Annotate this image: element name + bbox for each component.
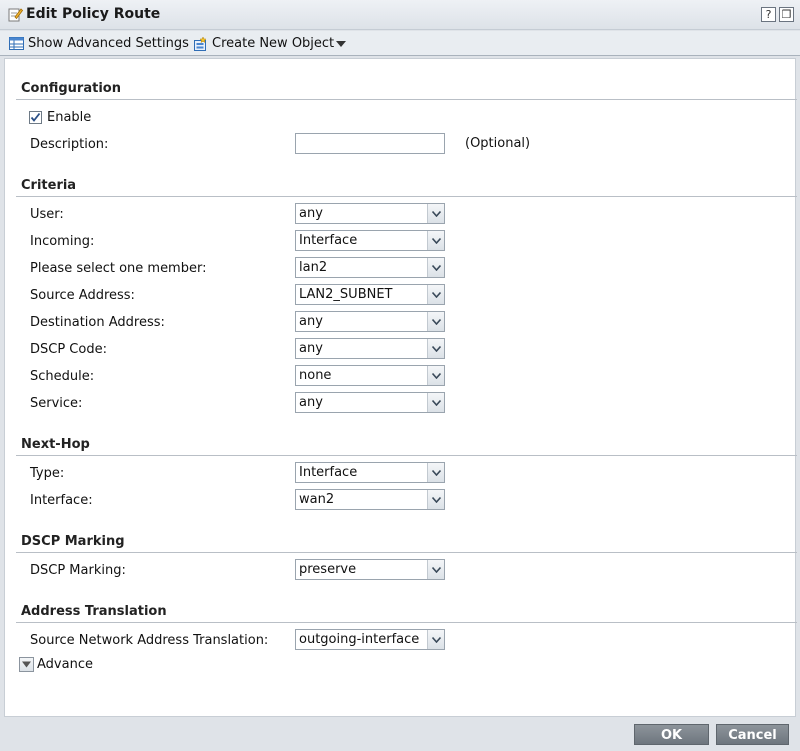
schedule-select-value: none — [299, 368, 332, 383]
chevron-down-icon — [427, 463, 444, 482]
member-select-value: lan2 — [299, 260, 328, 275]
table-icon — [9, 37, 24, 50]
enable-checkbox[interactable] — [29, 111, 42, 124]
advance-label[interactable]: Advance — [37, 657, 93, 672]
type-select-value: Interface — [299, 465, 358, 480]
edit-icon — [7, 6, 24, 22]
chevron-down-icon — [427, 312, 444, 331]
chevron-down-icon — [427, 285, 444, 304]
type-select[interactable]: Interface — [295, 462, 445, 483]
schedule-select[interactable]: none — [295, 365, 445, 386]
cancel-button[interactable]: Cancel — [716, 724, 789, 745]
create-new-object-menu[interactable]: Create New Object — [193, 35, 350, 52]
chevron-down-icon — [427, 366, 444, 385]
schedule-label: Schedule: — [30, 369, 95, 384]
destination-address-select[interactable]: any — [295, 311, 445, 332]
section-divider — [16, 99, 797, 100]
source-address-select[interactable]: LAN2_SUBNET — [295, 284, 445, 305]
dscp-code-select-value: any — [299, 341, 323, 356]
section-title-dscp-marking: DSCP Marking — [21, 534, 125, 549]
triangle-down-icon — [22, 661, 31, 668]
service-label: Service: — [30, 396, 83, 411]
dscp-code-label: DSCP Code: — [30, 342, 107, 357]
source-address-label: Source Address: — [30, 288, 135, 303]
description-label: Description: — [30, 137, 109, 152]
chevron-down-icon — [427, 204, 444, 223]
user-label: User: — [30, 207, 64, 222]
enable-label: Enable — [47, 110, 92, 125]
ok-button[interactable]: OK — [634, 724, 709, 745]
restore-button[interactable]: ❒ — [779, 7, 794, 22]
incoming-label: Incoming: — [30, 234, 95, 249]
help-button[interactable]: ? — [761, 7, 776, 22]
destination-address-select-value: any — [299, 314, 323, 329]
snat-label: Source Network Address Translation: — [30, 633, 269, 648]
section-divider — [16, 455, 797, 456]
snat-select[interactable]: outgoing-interface — [295, 629, 445, 650]
snat-select-value: outgoing-interface — [299, 632, 420, 647]
section-title-address-translation: Address Translation — [21, 604, 167, 619]
chevron-down-icon — [427, 630, 444, 649]
window-title: Edit Policy Route — [26, 6, 161, 22]
dscp-code-select[interactable]: any — [295, 338, 445, 359]
chevron-down-icon — [427, 393, 444, 412]
show-advanced-settings-label: Show Advanced Settings — [28, 36, 189, 51]
dscp-marking-select-value: preserve — [299, 562, 357, 577]
title-bar: Edit Policy Route ? ❒ — [0, 0, 800, 30]
interface-select-value: wan2 — [299, 492, 335, 507]
dscp-marking-label: DSCP Marking: — [30, 563, 126, 578]
create-new-object-label: Create New Object — [212, 36, 335, 51]
service-select[interactable]: any — [295, 392, 445, 413]
chevron-down-icon — [427, 231, 444, 250]
chevron-down-icon — [427, 339, 444, 358]
interface-select[interactable]: wan2 — [295, 489, 445, 510]
show-advanced-settings-button[interactable]: Show Advanced Settings — [9, 35, 189, 52]
member-select[interactable]: lan2 — [295, 257, 445, 278]
service-select-value: any — [299, 395, 323, 410]
section-title-criteria: Criteria — [21, 178, 77, 193]
section-divider — [16, 196, 797, 197]
chevron-down-icon — [427, 490, 444, 509]
section-divider — [16, 622, 797, 623]
destination-address-label: Destination Address: — [30, 315, 165, 330]
user-select[interactable]: any — [295, 203, 445, 224]
chevron-down-icon — [427, 258, 444, 277]
section-title-configuration: Configuration — [21, 81, 121, 96]
chevron-down-icon — [427, 560, 444, 579]
type-label: Type: — [30, 466, 65, 481]
member-label: Please select one member: — [30, 261, 207, 276]
user-select-value: any — [299, 206, 323, 221]
optional-hint: (Optional) — [465, 136, 531, 151]
toolbar: Show Advanced Settings Create New Object — [0, 31, 800, 56]
interface-label: Interface: — [30, 493, 93, 508]
description-input[interactable] — [295, 133, 445, 154]
advance-toggle-button[interactable] — [19, 657, 34, 672]
form-panel: Configuration Enable Description: (Optio… — [4, 58, 797, 717]
incoming-select-value: Interface — [299, 233, 358, 248]
caret-down-icon — [336, 40, 347, 47]
section-divider — [16, 552, 797, 553]
dscp-marking-select[interactable]: preserve — [295, 559, 445, 580]
source-address-select-value: LAN2_SUBNET — [299, 287, 393, 302]
section-title-next-hop: Next-Hop — [21, 437, 90, 452]
new-object-icon — [194, 36, 207, 51]
incoming-select[interactable]: Interface — [295, 230, 445, 251]
checkmark-icon — [30, 112, 41, 122]
